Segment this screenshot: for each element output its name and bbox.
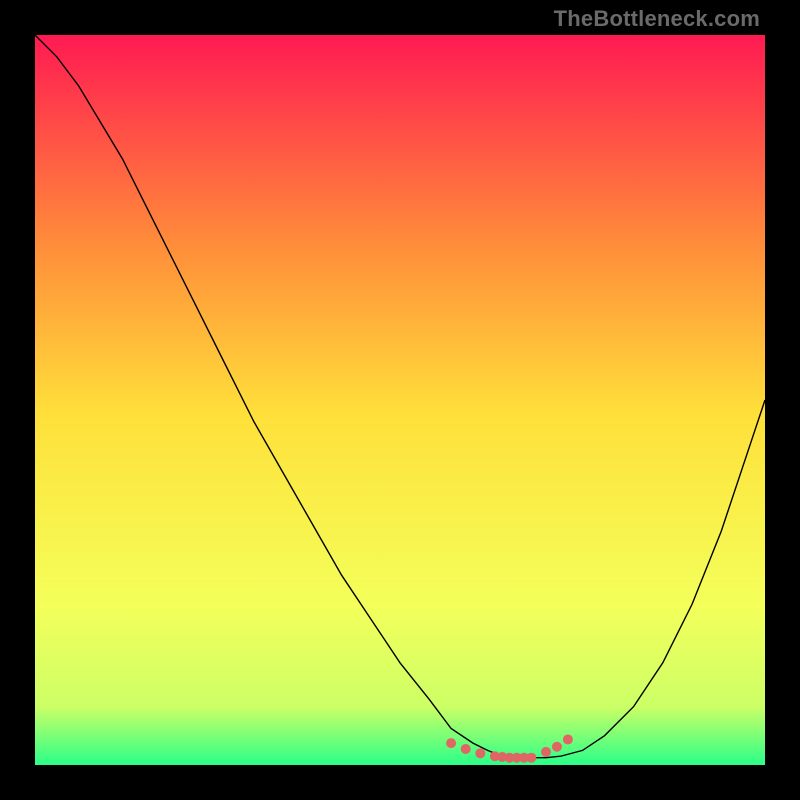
gradient-background [35,35,765,765]
highlight-dot [475,748,485,758]
chart-svg [35,35,765,765]
highlight-dot [461,744,471,754]
highlight-dot [446,738,456,748]
highlight-dot [563,734,573,744]
watermark-label: TheBottleneck.com [554,6,760,32]
highlight-dot [552,742,562,752]
highlight-dot [526,753,536,763]
chart-frame: TheBottleneck.com [0,0,800,800]
highlight-dot [541,747,551,757]
plot-area [35,35,765,765]
